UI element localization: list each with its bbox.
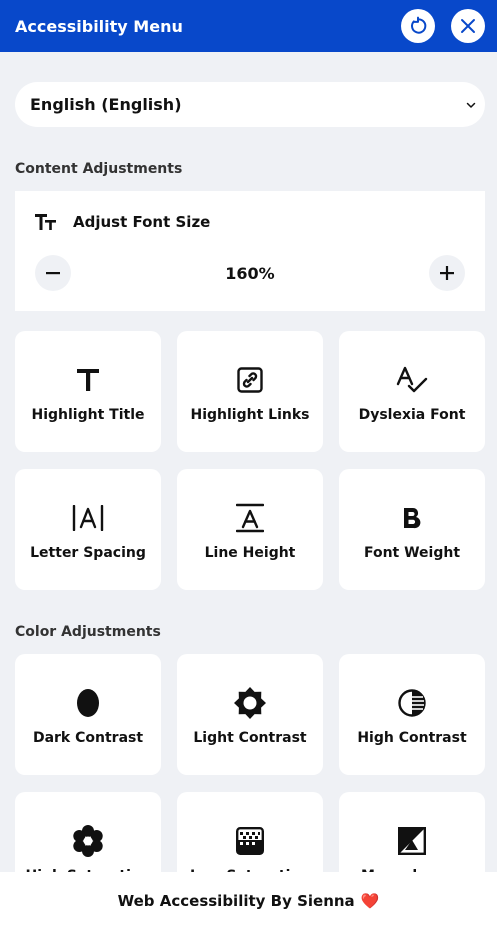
line-height-card[interactable]: Line Height <box>177 469 323 590</box>
font-size-panel: Adjust Font Size 160% <box>15 191 485 311</box>
font-weight-card[interactable]: Font Weight <box>339 469 485 590</box>
font-size-icon <box>35 214 56 230</box>
low-saturation-icon <box>236 826 264 856</box>
font-size-label: Adjust Font Size <box>73 213 211 231</box>
card-label: Letter Spacing <box>30 545 146 561</box>
header: Accessibility Menu <box>0 0 497 52</box>
sun-icon <box>234 687 266 719</box>
font-size-header: Adjust Font Size <box>35 213 210 231</box>
dyslexia-font-icon <box>396 365 428 395</box>
close-icon <box>461 19 475 33</box>
footer: Web Accessibility By Sienna ❤️ <box>0 872 497 929</box>
dark-contrast-card[interactable]: Dark Contrast <box>15 654 161 775</box>
highlight-title-card[interactable]: Highlight Title <box>15 331 161 452</box>
chevron-down-icon <box>466 102 476 108</box>
flower-icon <box>72 825 104 857</box>
footer-text: Web Accessibility By Sienna <box>117 891 355 910</box>
close-button[interactable] <box>451 9 485 43</box>
menu-title: Accessibility Menu <box>15 16 183 36</box>
letter-spacing-icon <box>72 503 104 533</box>
high-contrast-card[interactable]: High Contrast <box>339 654 485 775</box>
reset-icon <box>411 16 427 34</box>
font-size-value: 160% <box>225 264 275 283</box>
header-buttons <box>401 9 485 43</box>
card-label: Highlight Title <box>31 407 145 423</box>
dyslexia-font-card[interactable]: Dyslexia Font <box>339 331 485 452</box>
bold-icon <box>403 503 421 533</box>
dark-contrast-icon <box>76 688 100 718</box>
highlight-links-card[interactable]: Highlight Links <box>177 331 323 452</box>
increase-font-button[interactable] <box>429 255 465 291</box>
card-label: Light Contrast <box>193 730 307 746</box>
plus-icon <box>440 266 454 280</box>
card-label: Dyslexia Font <box>358 407 466 423</box>
language-select[interactable]: English (English) <box>15 82 485 127</box>
title-icon <box>77 365 99 395</box>
card-label: Font Weight <box>363 545 461 561</box>
color-adjustments-title: Color Adjustments <box>15 624 161 640</box>
monochrome-icon <box>398 826 426 856</box>
card-label: Line Height <box>204 545 296 561</box>
card-label: High Contrast <box>357 730 467 746</box>
content-adjustments-title: Content Adjustments <box>15 161 183 177</box>
card-label: Dark Contrast <box>32 730 144 746</box>
heart-icon: ❤️ <box>360 891 380 910</box>
light-contrast-card[interactable]: Light Contrast <box>177 654 323 775</box>
reset-button[interactable] <box>401 9 435 43</box>
language-selected: English (English) <box>30 95 182 114</box>
high-contrast-icon <box>397 688 427 718</box>
card-label: Highlight Links <box>190 407 310 423</box>
line-height-icon <box>236 503 264 533</box>
letter-spacing-card[interactable]: Letter Spacing <box>15 469 161 590</box>
link-icon <box>237 365 263 395</box>
